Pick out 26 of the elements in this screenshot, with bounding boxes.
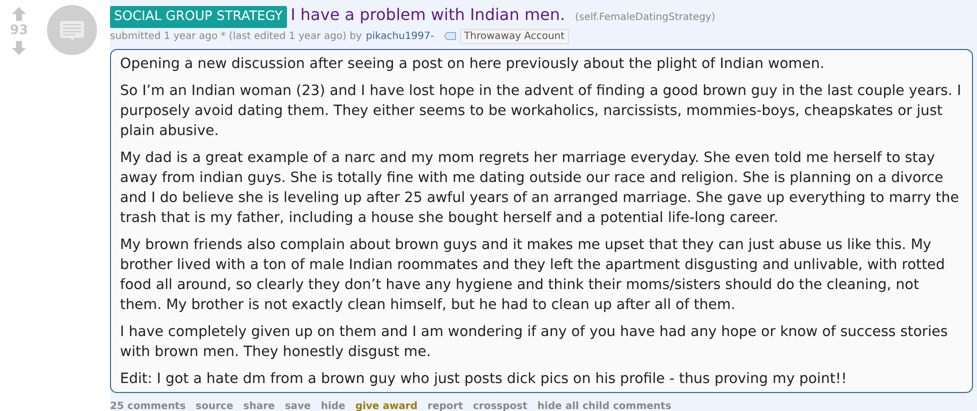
post-action-link[interactable]: source bbox=[196, 398, 234, 411]
text-post-thumbnail-icon[interactable] bbox=[47, 5, 97, 55]
upvote-arrow-icon[interactable] bbox=[12, 7, 26, 21]
post-domain[interactable]: (self.FemaleDatingStrategy) bbox=[575, 10, 716, 25]
post-action-link[interactable]: save bbox=[284, 398, 311, 411]
post-paragraph: I have completely given up on them and I am wondering if any of you have had any hope or know of success stories with brown men. They honestly disgust me. bbox=[120, 322, 949, 362]
tag-icon bbox=[444, 32, 456, 40]
post-action-link[interactable]: share bbox=[243, 398, 275, 411]
submission-info: submitted 1 year ago * (last edited 1 year ago) by bbox=[110, 30, 362, 44]
post-action-link[interactable]: hide bbox=[320, 398, 346, 411]
vote-score: 93 bbox=[10, 23, 28, 39]
post-paragraph: Edit: I got a hate dm from a brown guy who just posts dick pics on his profile - thus proving my point!! bbox=[120, 370, 848, 388]
post-paragraph: My dad is a great example of a narc and my mom regrets her marriage everyday. She even told me herself to stay away from indian guys. She is totally fine with me dating outside our race and religion. She is planning on a divorce and I do believe she is leveling up after 25 awful years of an arranged marriage. She gave up everything to marry the trash that is my father, including a house she bought herself and a potential life-long career. bbox=[120, 148, 960, 228]
post-action-link[interactable]: 25 comments bbox=[110, 398, 186, 411]
post-action-link[interactable]: report bbox=[428, 398, 463, 411]
post-flair[interactable]: SOCIAL GROUP STRATEGY bbox=[110, 6, 287, 28]
author-link[interactable]: pikachu1997- bbox=[366, 28, 434, 44]
post-action-link[interactable]: give award bbox=[355, 398, 418, 411]
post-paragraph: My brown friends also complain about brown guys and it makes me upset that they can just abuse us like this. My brother lived with a ton of male Indian roommates and they left the apartment disgusting and unlivable, with rotted food all around, so clearly they don’t have any hygiene and think their moms/sisters should do the cleaning, not them. My brother is not exactly clean himself, but he had to clean up after all of them. bbox=[120, 236, 946, 314]
post-action-link[interactable]: hide all child comments bbox=[537, 398, 672, 411]
post-paragraph: So I’m an Indian woman (23) and I have lost hope in the advent of finding a good brown guy in the last couple years. I purposely avoid dating them. They either seems to be workaholics, narcissists, mommies-boys, cheapskates or just plain abusive. bbox=[120, 82, 962, 140]
post-paragraph: Opening a new discussion after seeing a post on here previously about the plight of Indian women. bbox=[120, 54, 826, 74]
post-title[interactable]: I have a problem with Indian men. bbox=[290, 5, 566, 25]
downvote-arrow-icon[interactable] bbox=[12, 41, 26, 55]
user-flair: Throwaway Account bbox=[460, 28, 569, 44]
post-action-link[interactable]: crosspost bbox=[473, 398, 528, 411]
